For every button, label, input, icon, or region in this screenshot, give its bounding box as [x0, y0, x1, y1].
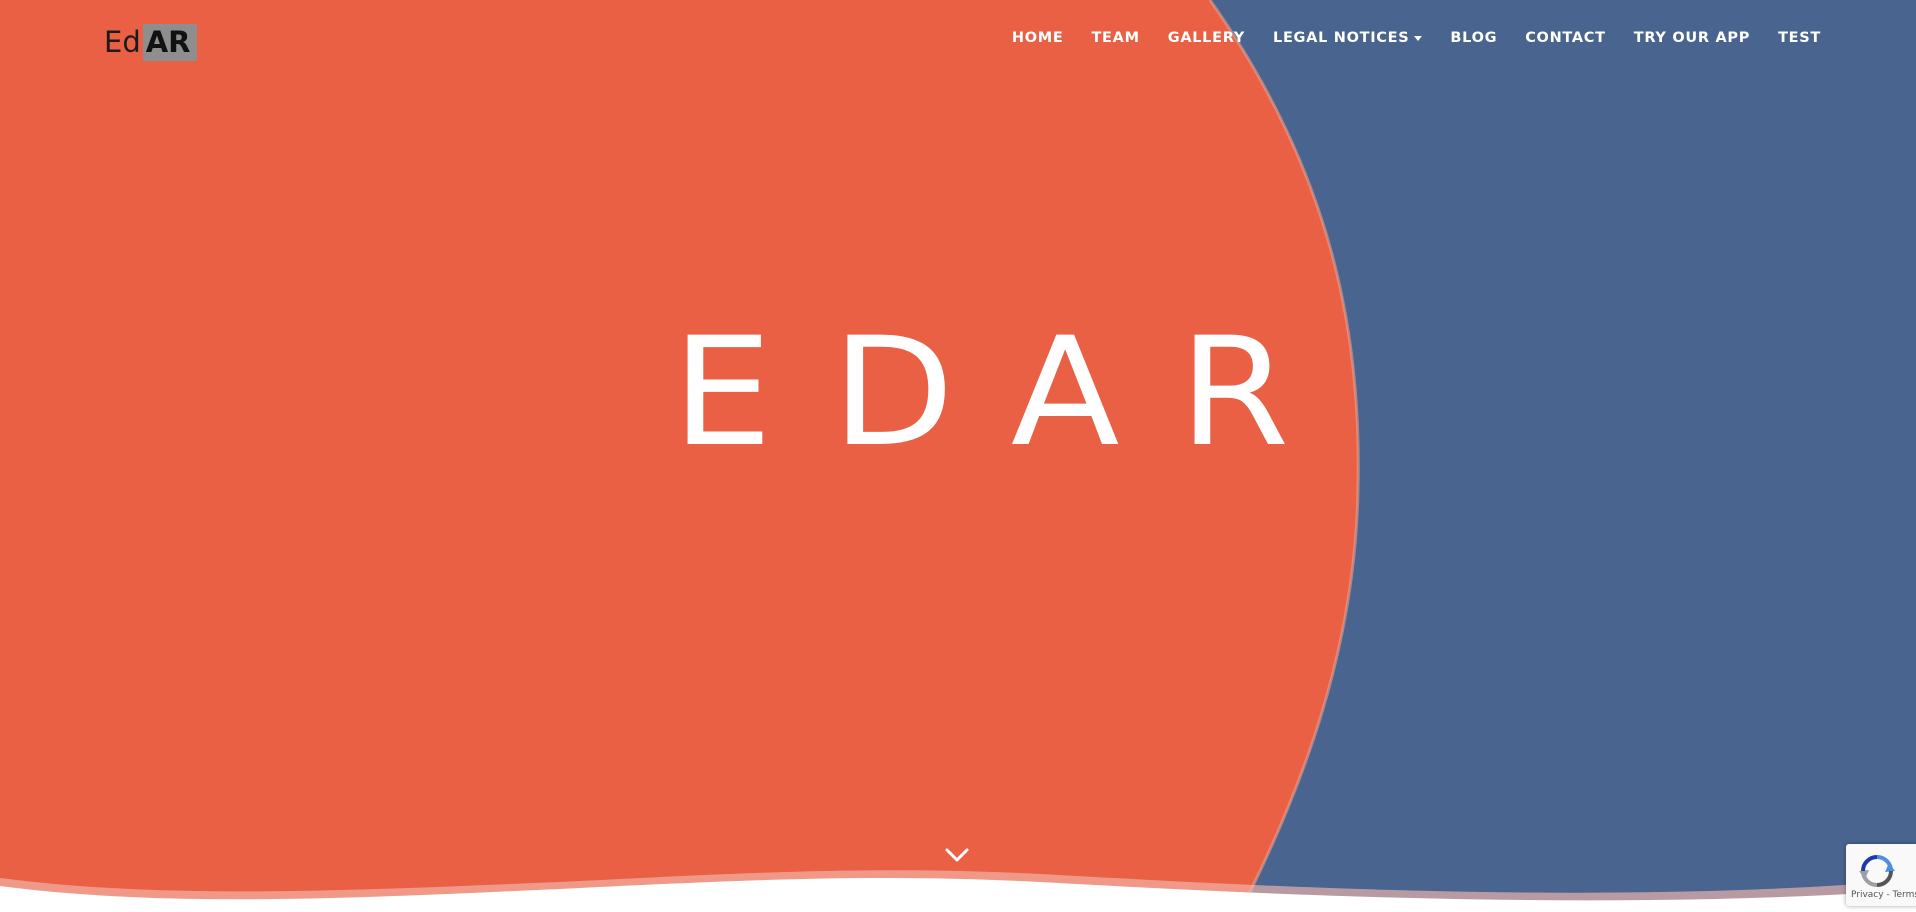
- chevron-down-icon[interactable]: [944, 846, 970, 864]
- nav-item-team[interactable]: TEAM: [1091, 30, 1139, 46]
- nav-item-label: HOME: [1011, 30, 1064, 46]
- nav-item-label: TEAM: [1091, 30, 1140, 46]
- page: Ed AR HOME TEAM GALLERY LEGAL NOTICES BL…: [0, 0, 1916, 912]
- nav-item-try-our-app[interactable]: TRY OUR APP: [1634, 30, 1750, 46]
- nav-item-gallery[interactable]: GALLERY: [1168, 30, 1245, 46]
- nav-item-label: TEST: [1778, 30, 1821, 46]
- nav-item-label: BLOG: [1450, 30, 1498, 46]
- nav-item-label: CONTACT: [1525, 30, 1606, 46]
- recaptcha-icon: [1859, 855, 1895, 887]
- nav-item-blog[interactable]: BLOG: [1450, 30, 1497, 46]
- site-logo[interactable]: Ed AR: [103, 24, 197, 61]
- nav-item-legal-notices[interactable]: LEGAL NOTICES: [1273, 30, 1423, 46]
- nav-item-label: GALLERY: [1167, 30, 1245, 46]
- caret-down-icon: [1414, 36, 1423, 41]
- logo-text-ed: Ed: [104, 25, 141, 59]
- nav-item-label: LEGAL NOTICES: [1273, 30, 1410, 46]
- recaptcha-badge[interactable]: Privacy - Terms: [1846, 844, 1916, 906]
- nav-item-contact[interactable]: CONTACT: [1525, 30, 1606, 46]
- main-navigation: HOME TEAM GALLERY LEGAL NOTICES BLOG CON…: [1012, 30, 1821, 46]
- nav-item-test[interactable]: TEST: [1778, 30, 1821, 46]
- logo-text-ar: AR: [142, 24, 197, 61]
- recaptcha-links[interactable]: Privacy - Terms: [1851, 890, 1916, 900]
- nav-item-label: TRY OUR APP: [1633, 30, 1751, 46]
- nav-item-home[interactable]: HOME: [1012, 30, 1064, 46]
- hero-title: EDAR: [672, 306, 1349, 480]
